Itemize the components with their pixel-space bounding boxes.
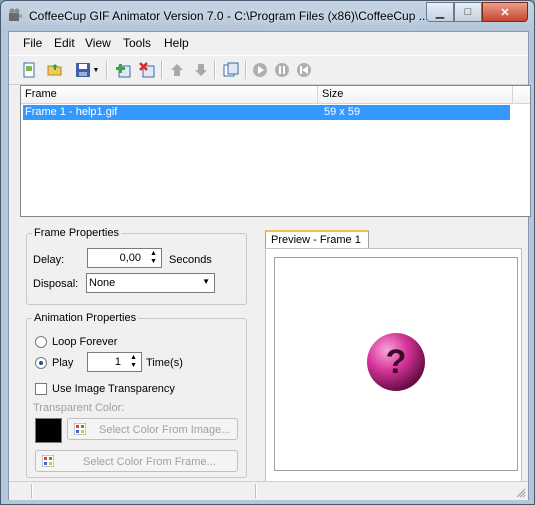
tab-preview[interactable]: Preview - Frame 1 xyxy=(265,230,369,248)
menu-help[interactable]: Help xyxy=(164,36,189,50)
open-button[interactable] xyxy=(45,60,65,80)
frame-list[interactable]: Frame Size Frame 1 - help1.gif 59 x 59 xyxy=(20,85,531,217)
animation-properties-group: Animation Properties Loop Forever Play 1… xyxy=(26,312,247,478)
menu-bar: File Edit View Tools Help xyxy=(9,32,528,54)
frame-properties-title: Frame Properties xyxy=(32,227,121,239)
loop-forever-label[interactable]: Loop Forever xyxy=(52,336,117,348)
play-radio[interactable] xyxy=(35,357,47,369)
disposal-value: None xyxy=(89,277,116,289)
frame-properties-group: Frame Properties Delay: 0,00 ▲ ▼ Seconds … xyxy=(26,227,247,305)
menu-tools[interactable]: Tools xyxy=(123,36,151,50)
status-bar xyxy=(9,481,528,500)
help-question-ball-image: ? xyxy=(367,333,425,391)
title-bar[interactable]: CoffeeCup GIF Animator Version 7.0 - C:\… xyxy=(1,1,534,29)
add-frame-button[interactable] xyxy=(113,60,133,80)
close-icon: ✕ xyxy=(500,6,510,19)
column-size[interactable]: Size xyxy=(322,88,343,100)
select-color-from-frame-label: Select Color From Frame... xyxy=(83,456,216,468)
client-area: File Edit View Tools Help ▼ Frame Size F… xyxy=(8,31,531,500)
disposal-label: Disposal: xyxy=(33,278,79,290)
maximize-button[interactable]: □ xyxy=(454,2,482,22)
floppy-save-icon xyxy=(76,63,90,77)
menu-file[interactable]: File xyxy=(23,36,42,50)
delay-spinner[interactable]: 0,00 ▲ ▼ xyxy=(87,248,162,268)
new-button[interactable] xyxy=(19,60,39,80)
chevron-down-icon: ▼ xyxy=(92,66,100,74)
spin-down-icon[interactable]: ▼ xyxy=(127,362,140,370)
play-button[interactable] xyxy=(250,60,270,80)
add-frame-icon xyxy=(116,64,131,78)
delay-value: 0,00 xyxy=(119,252,141,264)
frame-size-cell: 59 x 59 xyxy=(324,106,361,118)
move-up-icon xyxy=(171,64,183,76)
chevron-down-icon: ▼ xyxy=(202,277,210,286)
transparent-color-swatch xyxy=(35,418,62,443)
save-button[interactable] xyxy=(73,60,93,80)
spin-up-icon[interactable]: ▲ xyxy=(147,250,160,258)
frames-button[interactable] xyxy=(221,60,241,80)
svg-text:?: ? xyxy=(386,343,407,381)
save-dropdown-button[interactable]: ▼ xyxy=(91,60,101,80)
delete-frame-button[interactable] xyxy=(137,60,157,80)
select-color-from-image-button[interactable]: Select Color From Image... xyxy=(67,418,238,440)
loop-forever-radio[interactable] xyxy=(35,336,47,348)
select-color-from-frame-button[interactable]: Select Color From Frame... xyxy=(35,450,238,472)
use-transparency-checkbox[interactable] xyxy=(35,383,47,395)
preview-panel: ? xyxy=(265,248,522,488)
delay-label: Delay: xyxy=(33,254,65,266)
window-title: CoffeeCup GIF Animator Version 7.0 - C:\… xyxy=(29,9,429,23)
spin-down-icon[interactable]: ▼ xyxy=(147,258,160,266)
maximize-icon: □ xyxy=(464,6,472,18)
spin-up-icon[interactable]: ▲ xyxy=(127,354,140,362)
frames-icon xyxy=(223,62,239,77)
resize-grip-icon[interactable] xyxy=(516,488,526,498)
menu-edit[interactable]: Edit xyxy=(54,36,75,50)
frame-name-cell: Frame 1 - help1.gif xyxy=(25,106,118,118)
close-button[interactable]: ✕ xyxy=(482,2,528,22)
minimize-icon: ▁ xyxy=(435,6,445,19)
palette-icon xyxy=(42,455,54,467)
select-color-from-image-label: Select Color From Image... xyxy=(99,424,231,436)
rewind-icon xyxy=(297,63,311,77)
preview-tab-label: Preview - Frame 1 xyxy=(271,234,361,246)
frame-list-header: Frame Size xyxy=(21,86,530,104)
times-label: Time(s) xyxy=(146,357,183,369)
preview-canvas: ? xyxy=(274,257,518,471)
animation-properties-title: Animation Properties xyxy=(32,312,139,324)
transparent-color-label: Transparent Color: xyxy=(33,402,125,414)
move-up-button[interactable] xyxy=(167,60,187,80)
delete-frame-icon xyxy=(139,62,155,78)
delay-unit: Seconds xyxy=(169,254,212,266)
rewind-button[interactable] xyxy=(294,60,314,80)
play-count-value: 1 xyxy=(114,356,121,368)
column-frame[interactable]: Frame xyxy=(25,88,57,100)
table-row[interactable]: Frame 1 - help1.gif 59 x 59 xyxy=(23,105,510,120)
play-icon xyxy=(253,63,267,77)
palette-icon xyxy=(74,423,86,435)
move-down-icon xyxy=(195,64,207,76)
toolbar: ▼ xyxy=(9,55,528,85)
pause-icon xyxy=(275,63,289,77)
play-count-spinner[interactable]: 1 ▲ ▼ xyxy=(87,352,142,372)
move-down-button[interactable] xyxy=(191,60,211,80)
menu-view[interactable]: View xyxy=(85,36,111,50)
minimize-button[interactable]: ▁ xyxy=(426,2,454,22)
new-file-icon xyxy=(23,62,35,78)
app-icon xyxy=(9,8,22,21)
app-window: CoffeeCup GIF Animator Version 7.0 - C:\… xyxy=(0,0,535,505)
pause-button[interactable] xyxy=(272,60,292,80)
play-label[interactable]: Play xyxy=(52,357,73,369)
disposal-select[interactable]: None ▼ xyxy=(86,273,215,293)
open-folder-icon xyxy=(47,64,62,76)
use-transparency-label[interactable]: Use Image Transparency xyxy=(52,383,175,395)
